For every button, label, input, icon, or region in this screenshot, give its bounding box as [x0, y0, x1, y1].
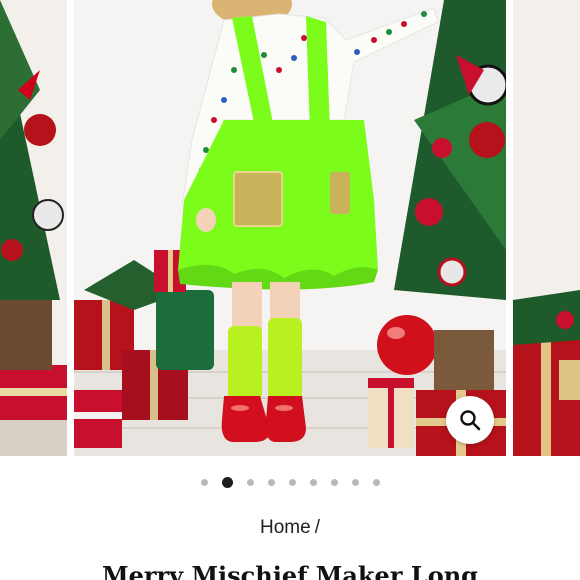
previous-slide-image[interactable]	[0, 0, 67, 456]
breadcrumb: Home /	[0, 517, 580, 539]
carousel-dot[interactable]	[200, 478, 208, 486]
product-main-image[interactable]	[74, 0, 506, 456]
carousel-dot[interactable]	[351, 478, 359, 486]
product-title: Merry Mischief Maker Long	[102, 561, 478, 580]
carousel-pagination	[0, 474, 580, 490]
carousel-dot[interactable]	[309, 478, 317, 486]
breadcrumb-home-link[interactable]: Home	[260, 517, 311, 538]
carousel-dot[interactable]	[246, 478, 254, 486]
carousel-dot[interactable]	[372, 478, 380, 486]
magnifier-icon	[460, 410, 481, 431]
zoom-button[interactable]	[446, 396, 494, 444]
carousel-dot-active[interactable]	[221, 476, 233, 488]
carousel-dot[interactable]	[267, 478, 275, 486]
product-image-carousel[interactable]	[0, 0, 580, 456]
next-slide-image[interactable]	[513, 0, 580, 456]
carousel-dot[interactable]	[330, 478, 338, 486]
breadcrumb-separator: /	[314, 517, 320, 538]
carousel-dot[interactable]	[288, 478, 296, 486]
